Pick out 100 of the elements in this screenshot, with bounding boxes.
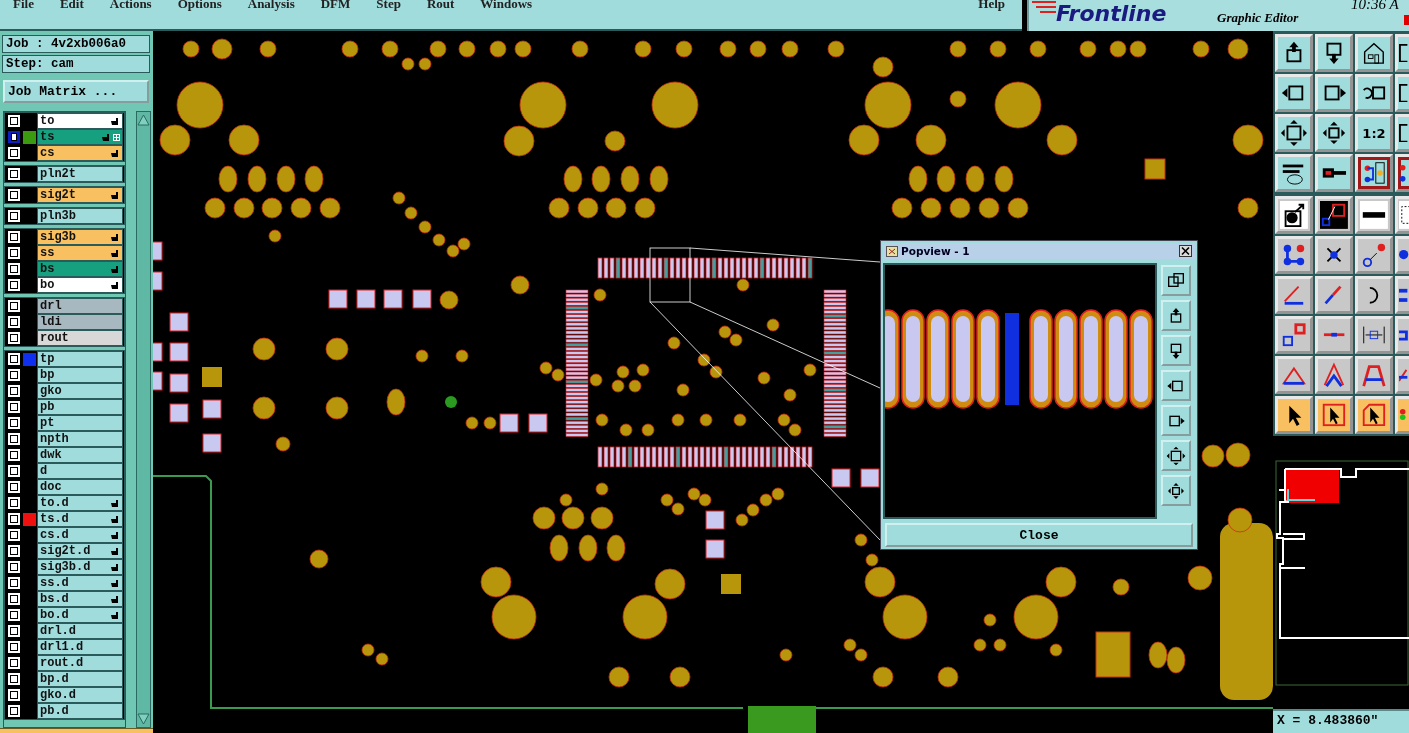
scroll-down-icon[interactable] [137,713,150,725]
layer-name[interactable]: rout.d [37,655,123,671]
layer-name[interactable]: pt [37,415,123,431]
menu-item[interactable]: Step [363,0,414,12]
layer-checkbox[interactable] [8,131,20,143]
scroll-bar[interactable] [136,111,151,728]
layer-name[interactable]: sig2t [37,187,123,203]
tool-button[interactable] [1355,154,1393,192]
layer-name[interactable]: ldi [37,314,123,330]
layer-checkbox[interactable] [8,189,20,201]
layer-name[interactable]: bs [37,261,123,277]
layer-name[interactable]: bo [37,277,123,293]
layer-checkbox[interactable] [8,147,20,159]
layer-name[interactable]: doc [37,479,123,495]
layer-name[interactable]: pb.d [37,703,123,719]
layer-checkbox[interactable] [8,231,20,243]
layer-checkbox[interactable] [8,316,20,328]
layer-name[interactable]: bs.d [37,591,123,607]
layer-checkbox[interactable] [8,561,20,573]
layer-name[interactable]: pln3b [37,208,123,224]
layer-checkbox[interactable] [8,115,20,127]
view-button[interactable] [1161,300,1191,332]
layer-name[interactable]: cs [37,145,123,161]
layer-name[interactable]: drl [37,298,123,314]
tool-button[interactable] [1275,316,1313,354]
layer-checkbox[interactable] [8,168,20,180]
tool-button[interactable] [1315,74,1353,112]
layer-checkbox[interactable] [8,529,20,541]
tool-button[interactable] [1355,276,1393,314]
tool-button[interactable] [1275,396,1313,434]
layer-name[interactable]: drl1.d [37,639,123,655]
layer-checkbox[interactable] [8,417,20,429]
layer-name[interactable]: pln2t [37,166,123,182]
layer-name[interactable]: sig2t.d [37,543,123,559]
layer-name[interactable]: bp [37,367,123,383]
layer-checkbox[interactable] [8,465,20,477]
close-button[interactable]: Close [885,523,1193,547]
layer-name[interactable]: dwk [37,447,123,463]
tool-button[interactable] [1315,114,1353,152]
layer-name[interactable]: to [37,113,123,129]
tool-button[interactable] [1355,356,1393,394]
layer-name[interactable]: bo.d [37,607,123,623]
tool-button[interactable] [1275,276,1313,314]
view-button[interactable] [1161,370,1191,402]
tool-button[interactable] [1355,34,1393,72]
layer-checkbox[interactable] [8,625,20,637]
layer-name[interactable]: ts.d [37,511,123,527]
tool-button[interactable] [1275,114,1313,152]
close-icon[interactable] [1179,245,1192,258]
layer-checkbox[interactable] [8,673,20,685]
layer-checkbox[interactable] [8,657,20,669]
layer-checkbox[interactable] [8,609,20,621]
layer-checkbox[interactable] [8,300,20,312]
layer-checkbox[interactable] [8,513,20,525]
tool-button[interactable] [1275,74,1313,112]
view-button[interactable] [1161,335,1191,367]
menu-item[interactable]: Rout [413,0,468,12]
layer-name[interactable]: gko [37,383,123,399]
tool-button[interactable] [1275,154,1313,192]
tool-button[interactable] [1315,356,1353,394]
layer-checkbox[interactable] [8,497,20,509]
scroll-up-icon[interactable] [137,114,150,126]
layer-name[interactable]: ts [37,129,123,145]
tool-button[interactable] [1275,356,1313,394]
tool-button[interactable] [1315,154,1353,192]
tool-button[interactable] [1355,74,1393,112]
layer-checkbox[interactable] [8,689,20,701]
layer-name[interactable]: pb [37,399,123,415]
layer-checkbox[interactable] [8,353,20,365]
layer-name[interactable]: rout [37,330,123,346]
layer-checkbox[interactable] [8,385,20,397]
layer-checkbox[interactable] [8,593,20,605]
view-button[interactable] [1161,475,1191,507]
layer-checkbox[interactable] [8,705,20,717]
layer-name[interactable]: cs.d [37,527,123,543]
layer-name[interactable]: npth [37,431,123,447]
tool-button[interactable] [1275,34,1313,72]
layer-checkbox[interactable] [8,369,20,381]
layer-name[interactable]: ss [37,245,123,261]
menu-item[interactable]: DFM [307,0,364,12]
layer-checkbox[interactable] [8,577,20,589]
layer-name[interactable]: tp [37,351,123,367]
layer-name[interactable]: sig3b.d [37,559,123,575]
layer-name[interactable]: sig3b [37,229,123,245]
tool-button[interactable] [1355,236,1393,274]
tool-button[interactable] [1315,196,1353,234]
layer-checkbox[interactable] [8,433,20,445]
view-button[interactable] [1161,265,1191,297]
layer-name[interactable]: d [37,463,123,479]
layer-name[interactable]: drl.d [37,623,123,639]
window-menu-icon[interactable] [886,245,898,257]
layer-checkbox[interactable] [8,210,20,222]
tool-button[interactable] [1315,396,1353,434]
tool-button[interactable] [1315,34,1353,72]
layer-name[interactable]: ss.d [37,575,123,591]
layer-name[interactable]: to.d [37,495,123,511]
layer-checkbox[interactable] [8,545,20,557]
tool-button[interactable] [1315,236,1353,274]
tool-button[interactable] [1275,196,1313,234]
layer-checkbox[interactable] [8,449,20,461]
